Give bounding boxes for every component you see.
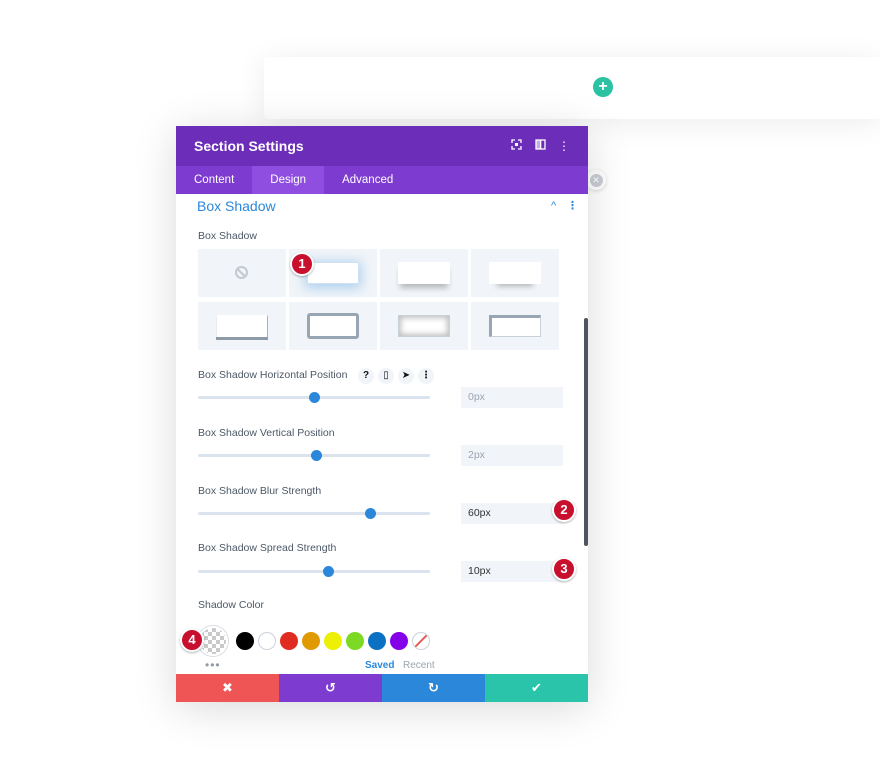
section-settings-panel: Section Settings ⋮ Content Design Advanc… — [176, 126, 588, 702]
swatch-white[interactable] — [258, 632, 276, 650]
step-badge-2: 2 — [552, 498, 576, 522]
step-badge-4: 4 — [180, 628, 204, 652]
panel-footer: ✖ ↺ ↻ ✔ — [176, 674, 588, 702]
horizontal-position-label: Box Shadow Horizontal Position — [198, 369, 348, 381]
preset-none[interactable] — [198, 249, 286, 297]
preset-preview — [489, 315, 541, 337]
ban-icon — [235, 266, 248, 279]
help-icon[interactable]: ? — [358, 368, 374, 384]
swatch-yellow[interactable] — [324, 632, 342, 650]
tab-content[interactable]: Content — [176, 166, 252, 194]
chevron-up-icon[interactable]: ^ — [551, 200, 556, 212]
undo-button[interactable]: ↺ — [279, 674, 382, 702]
preset-7[interactable] — [471, 302, 559, 350]
more-colors-icon[interactable]: ••• — [205, 658, 221, 672]
preset-preview — [398, 315, 450, 337]
add-row-button[interactable]: + — [593, 77, 613, 97]
preset-3[interactable] — [471, 249, 559, 297]
preset-4[interactable] — [198, 302, 286, 350]
responsive-icon[interactable]: ▯ — [378, 368, 394, 384]
redo-button[interactable]: ↻ — [382, 674, 485, 702]
spread-strength-slider[interactable] — [198, 566, 430, 577]
box-shadow-label: Box Shadow — [198, 230, 257, 242]
slider-thumb[interactable] — [309, 392, 320, 403]
field-tools: ? ▯ ➤ ⋮ — [358, 368, 434, 384]
panel-header: Section Settings ⋮ — [176, 126, 588, 166]
blur-strength-label: Box Shadow Blur Strength — [198, 485, 322, 497]
swatch-blue[interactable] — [368, 632, 386, 650]
panel-scrollbar[interactable] — [584, 318, 588, 546]
slider-thumb[interactable] — [322, 566, 334, 577]
horizontal-position-input[interactable]: 0px — [461, 387, 563, 408]
hover-cursor-icon[interactable]: ➤ — [398, 368, 414, 384]
step-badge-1: 1 — [290, 252, 314, 276]
blur-strength-input[interactable]: 60px — [461, 503, 563, 524]
spread-strength-input[interactable]: 10px — [461, 561, 563, 582]
swatch-green[interactable] — [346, 632, 364, 650]
panel-title: Section Settings — [194, 138, 304, 154]
split-view-icon[interactable] — [528, 139, 552, 153]
step-badge-3: 3 — [552, 557, 576, 581]
swatch-clear[interactable] — [412, 632, 430, 650]
builder-canvas: + ✕ Section Settings ⋮ Content Design Ad… — [0, 0, 880, 777]
shadow-color-label: Shadow Color — [198, 599, 264, 611]
color-swatches — [198, 626, 434, 656]
preset-preview — [489, 262, 541, 284]
tab-design[interactable]: Design — [252, 166, 325, 194]
fullscreen-icon[interactable] — [504, 139, 528, 153]
vertical-position-input[interactable]: 2px — [461, 445, 563, 466]
box-shadow-presets — [198, 249, 560, 351]
horizontal-position-slider[interactable] — [198, 392, 430, 403]
panel-tabs: Content Design Advanced — [176, 166, 588, 194]
preset-5[interactable] — [289, 302, 377, 350]
swatch-orange[interactable] — [302, 632, 320, 650]
save-button[interactable]: ✔ — [485, 674, 588, 702]
vertical-position-label: Box Shadow Vertical Position — [198, 427, 335, 439]
more-options-icon[interactable]: ⋮ — [552, 139, 576, 153]
panel-side-close-button[interactable]: ✕ — [586, 170, 606, 190]
preset-preview — [307, 313, 359, 339]
slider-thumb[interactable] — [364, 508, 376, 519]
preset-2[interactable] — [380, 249, 468, 297]
preset-preview — [216, 315, 268, 337]
tab-advanced[interactable]: Advanced — [324, 166, 411, 194]
blur-strength-slider[interactable] — [198, 508, 430, 519]
slider-thumb[interactable] — [311, 450, 323, 461]
group-more-icon[interactable]: ⋮ — [567, 199, 578, 212]
recent-colors-tab[interactable]: Recent — [403, 660, 435, 671]
field-more-icon[interactable]: ⋮ — [418, 368, 434, 384]
vertical-position-slider[interactable] — [198, 450, 430, 461]
spread-strength-label: Box Shadow Spread Strength — [198, 542, 337, 554]
cancel-button[interactable]: ✖ — [176, 674, 279, 702]
close-icon: ✕ — [589, 173, 603, 187]
group-title[interactable]: Box Shadow — [197, 198, 276, 214]
preset-preview — [307, 262, 359, 284]
swatch-black[interactable] — [236, 632, 254, 650]
swatch-purple[interactable] — [390, 632, 408, 650]
section-row: + — [264, 57, 880, 119]
panel-content: Box Shadow ^ ⋮ Box Shadow Box Shadow Hor… — [176, 194, 588, 674]
swatch-red[interactable] — [280, 632, 298, 650]
saved-colors-tab[interactable]: Saved — [365, 660, 394, 671]
preset-preview — [398, 262, 450, 284]
preset-6[interactable] — [380, 302, 468, 350]
